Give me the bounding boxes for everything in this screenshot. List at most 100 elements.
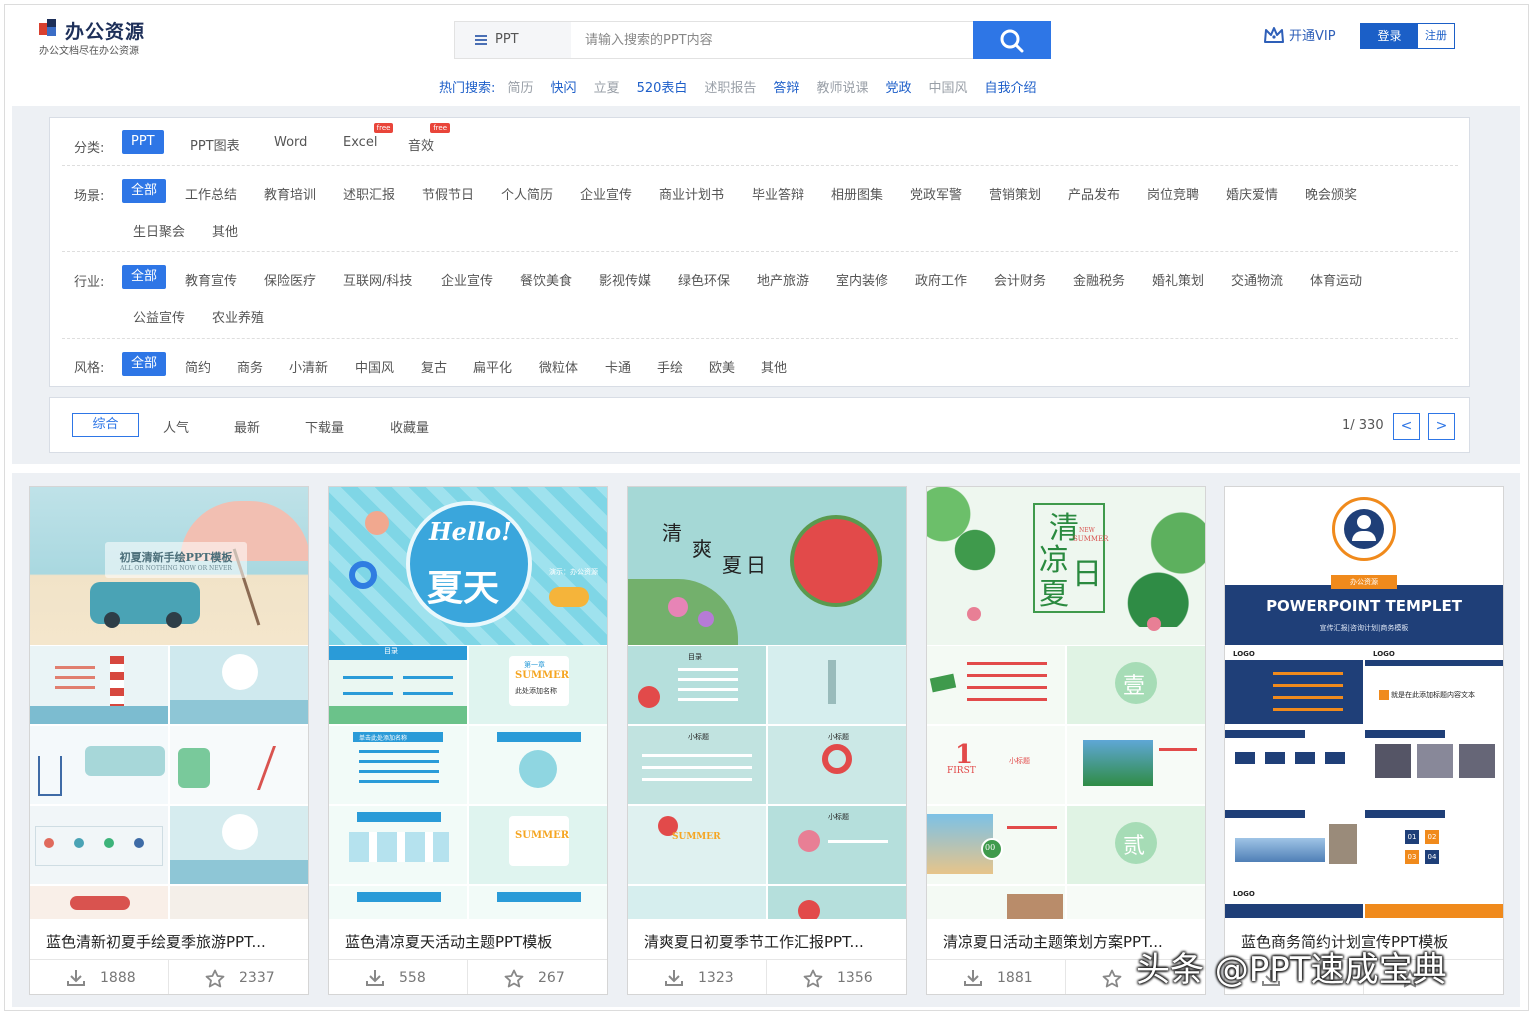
industry-option[interactable]: 婚礼策划: [1152, 270, 1204, 289]
template-thumbnail[interactable]: 初夏清新手绘PPT模板 ALL OR NOTHING NOW OR NEVER: [30, 487, 308, 919]
hot-search-keyword[interactable]: 中国风: [928, 81, 967, 96]
scene-option[interactable]: 生日聚会: [133, 221, 185, 240]
style-option[interactable]: 简约: [185, 357, 211, 376]
hot-search-keyword[interactable]: 简历: [508, 81, 534, 96]
industry-option[interactable]: 餐饮美食: [520, 270, 572, 289]
hot-search-keyword[interactable]: 述职报告: [704, 81, 756, 96]
hot-search-keyword[interactable]: 自我介绍: [984, 81, 1036, 96]
hot-search-keyword[interactable]: 教师说课: [816, 81, 868, 96]
industry-option[interactable]: 公益宣传: [133, 307, 185, 326]
industry-option[interactable]: 全部: [122, 265, 167, 289]
industry-option[interactable]: 企业宣传: [441, 270, 493, 289]
template-card[interactable]: 清 爽 夏 日 目录 小标题 小标题 SUMMER 小标题 清爽夏日初夏季节工作…: [627, 486, 907, 995]
industry-option[interactable]: 体育运动: [1310, 270, 1362, 289]
scene-option[interactable]: 毕业答辩: [752, 184, 804, 203]
industry-option[interactable]: 交通物流: [1231, 270, 1283, 289]
style-option[interactable]: 中国风: [355, 357, 394, 376]
page-indicator: 1/ 330: [1342, 418, 1384, 433]
scene-option[interactable]: 岗位竞聘: [1147, 184, 1199, 203]
industry-option[interactable]: 政府工作: [915, 270, 967, 289]
scene-option[interactable]: 产品发布: [1068, 184, 1120, 203]
template-title[interactable]: 清爽夏日初夏季节工作汇报PPT...: [644, 931, 894, 952]
download-count[interactable]: 1881: [927, 959, 1066, 994]
hot-search-keyword[interactable]: 520表白: [637, 81, 688, 96]
industry-option[interactable]: 教育宣传: [185, 270, 237, 289]
scene-option[interactable]: 述职汇报: [343, 184, 395, 203]
style-option[interactable]: 全部: [122, 352, 167, 376]
style-option[interactable]: 复古: [421, 357, 447, 376]
scene-option[interactable]: 晚会颁奖: [1305, 184, 1357, 203]
scene-option[interactable]: 个人简历: [501, 184, 553, 203]
template-card[interactable]: 初夏清新手绘PPT模板 ALL OR NOTHING NOW OR NEVER …: [29, 486, 309, 995]
scene-option[interactable]: 婚庆爱情: [1226, 184, 1278, 203]
cover-char-3: 夏: [1039, 577, 1069, 612]
scene-option[interactable]: 教育培训: [264, 184, 316, 203]
template-title[interactable]: 蓝色清新初夏手绘夏季旅游PPT...: [46, 931, 296, 952]
scene-option[interactable]: 工作总结: [185, 184, 237, 203]
search-button[interactable]: [973, 21, 1051, 59]
sort-option[interactable]: 下载量: [305, 417, 344, 436]
template-title[interactable]: 蓝色清凉夏天活动主题PPT模板: [345, 931, 595, 952]
sort-option[interactable]: 综合: [72, 413, 139, 437]
login-button[interactable]: 登录: [1361, 24, 1418, 48]
vip-link[interactable]: 开通VIP: [1263, 25, 1336, 44]
template-thumbnail[interactable]: 清 凉 日 夏 NEW SUMMER 壹 1 FIRST 小标题 00 贰: [927, 487, 1205, 919]
search-input[interactable]: [571, 22, 973, 58]
industry-option[interactable]: 互联网/科技: [343, 270, 412, 289]
industry-option[interactable]: 金融税务: [1073, 270, 1125, 289]
scene-option[interactable]: 营销策划: [989, 184, 1041, 203]
scene-option[interactable]: 其他: [212, 221, 238, 240]
scene-option[interactable]: 节假节日: [422, 184, 474, 203]
hot-search-keyword[interactable]: 立夏: [594, 81, 620, 96]
industry-option[interactable]: 绿色环保: [678, 270, 730, 289]
template-card[interactable]: 办公资源 POWERPOINT TEMPLET 宣传汇报|咨询计划|商务模板 L…: [1224, 486, 1504, 995]
industry-option[interactable]: 地产旅游: [757, 270, 809, 289]
style-option[interactable]: 商务: [237, 357, 263, 376]
prev-page-button[interactable]: <: [1393, 413, 1420, 440]
register-button[interactable]: 注册: [1418, 24, 1454, 48]
category-option[interactable]: PPT图表: [190, 135, 240, 154]
hot-search-keyword[interactable]: 答辩: [773, 81, 799, 96]
sort-option[interactable]: 最新: [234, 417, 260, 436]
category-option[interactable]: Excel free: [343, 123, 394, 150]
favorite-count[interactable]: 267: [468, 959, 607, 994]
template-card[interactable]: Hello! 夏天 演示：办公资源 目录 第一章 SUMMER 此处添加名称 单击此…: [328, 486, 608, 995]
download-count[interactable]: 558: [329, 959, 468, 994]
style-option[interactable]: 扁平化: [473, 357, 512, 376]
star-icon: [1102, 969, 1122, 988]
scene-option[interactable]: 党政军警: [910, 184, 962, 203]
category-option[interactable]: 音效 free: [408, 123, 451, 154]
category-option[interactable]: Word: [274, 135, 307, 150]
style-option[interactable]: 欧美: [709, 357, 735, 376]
sort-option[interactable]: 人气: [163, 417, 189, 436]
favorite-count[interactable]: 2337: [169, 959, 308, 994]
industry-option[interactable]: 会计财务: [994, 270, 1046, 289]
download-count[interactable]: 1323: [628, 959, 767, 994]
style-option[interactable]: 手绘: [657, 357, 683, 376]
sort-option[interactable]: 收藏量: [390, 417, 429, 436]
scene-option[interactable]: 企业宣传: [580, 184, 632, 203]
industry-option[interactable]: 室内装修: [836, 270, 888, 289]
style-option[interactable]: 微粒体: [539, 357, 578, 376]
category-option[interactable]: PPT: [122, 130, 164, 154]
industry-option[interactable]: 保险医疗: [264, 270, 316, 289]
template-thumbnail[interactable]: 清 爽 夏 日 目录 小标题 小标题 SUMMER 小标题: [628, 487, 906, 919]
search-category-dropdown[interactable]: PPT: [455, 22, 571, 58]
next-page-button[interactable]: >: [1428, 413, 1455, 440]
scene-option[interactable]: 商业计划书: [659, 184, 724, 203]
industry-option[interactable]: 影视传媒: [599, 270, 651, 289]
download-count[interactable]: 1888: [30, 959, 169, 994]
template-thumbnail[interactable]: Hello! 夏天 演示：办公资源 目录 第一章 SUMMER 此处添加名称 单击此…: [329, 487, 607, 919]
style-option[interactable]: 其他: [761, 357, 787, 376]
favorite-count[interactable]: 1356: [767, 959, 906, 994]
cover-char-3: 夏: [722, 553, 742, 577]
hot-search-keyword[interactable]: 快闪: [551, 81, 577, 96]
scene-option[interactable]: 全部: [122, 179, 167, 203]
template-card[interactable]: 清 凉 日 夏 NEW SUMMER 壹 1 FIRST 小标题 00 贰 清凉夏日…: [926, 486, 1206, 995]
industry-option[interactable]: 农业养殖: [212, 307, 264, 326]
template-thumbnail[interactable]: 办公资源 POWERPOINT TEMPLET 宣传汇报|咨询计划|商务模板 L…: [1225, 487, 1503, 919]
hot-search-keyword[interactable]: 党政: [885, 81, 911, 96]
style-option[interactable]: 卡通: [605, 357, 631, 376]
scene-option[interactable]: 相册图集: [831, 184, 883, 203]
style-option[interactable]: 小清新: [289, 357, 328, 376]
